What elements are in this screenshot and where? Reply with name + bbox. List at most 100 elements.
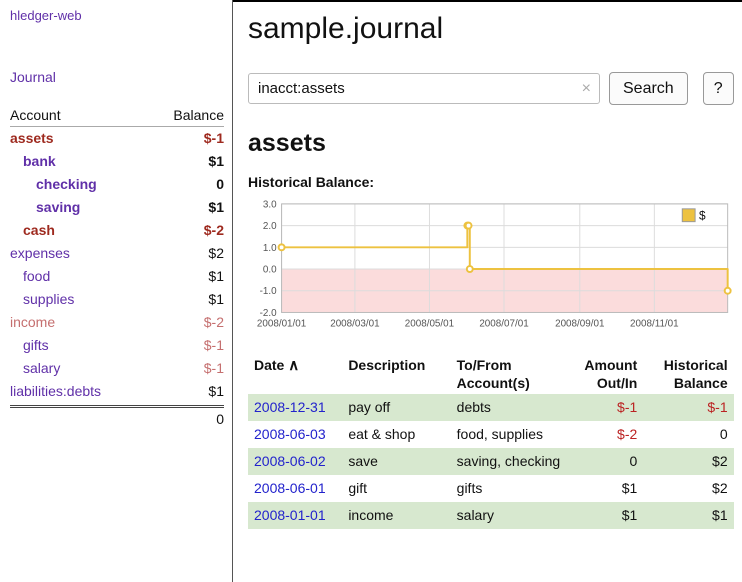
- accounts-header-balance: Balance: [173, 107, 224, 123]
- transaction-amount: $-1: [569, 394, 643, 421]
- transaction-balance: 0: [643, 421, 733, 448]
- accounts-panel: Account Balance assets$-1bank$1checking0…: [10, 107, 224, 430]
- account-row: food$1: [10, 265, 224, 288]
- transaction-description: income: [342, 502, 450, 529]
- transaction-date-link[interactable]: 2008-06-01: [254, 480, 326, 496]
- search-box: ×: [248, 73, 600, 104]
- chart-title: Historical Balance:: [248, 174, 734, 190]
- register-row: 2008-06-03eat & shopfood, supplies$-20: [248, 421, 734, 448]
- accounts-total-row: 0: [10, 405, 224, 430]
- transaction-date-link[interactable]: 2008-01-01: [254, 507, 326, 523]
- help-button[interactable]: ?: [703, 72, 734, 105]
- register-row: 2008-12-31pay offdebts$-1$-1: [248, 394, 734, 421]
- x-tick-label: 2008/09/01: [555, 318, 604, 329]
- y-tick-label: -2.0: [260, 308, 278, 319]
- y-tick-label: 0.0: [263, 264, 277, 275]
- transaction-balance: $1: [643, 502, 733, 529]
- page-title: sample.journal: [248, 12, 734, 46]
- account-row: salary $-1: [10, 357, 224, 380]
- account-row: cash $-2: [10, 219, 224, 242]
- account-balance: $-1: [204, 357, 224, 380]
- sort-ascending-icon: ∧: [288, 357, 299, 374]
- transaction-date-link[interactable]: 2008-06-02: [254, 453, 326, 469]
- transaction-description: gift: [342, 475, 450, 502]
- transaction-description: pay off: [342, 394, 450, 421]
- sidebar-account-gifts[interactable]: gifts: [23, 334, 49, 357]
- sidebar-account-food[interactable]: food: [23, 265, 50, 288]
- data-point-marker: [466, 223, 472, 229]
- sidebar-account-saving[interactable]: saving: [36, 196, 80, 219]
- sidebar-account-assets[interactable]: assets: [10, 127, 54, 150]
- x-tick-label: 2008/01/01: [257, 318, 306, 329]
- accounts-list: assets$-1bank$1checking0saving$1cash$-2e…: [10, 127, 224, 403]
- sidebar-account-liabilities-debts[interactable]: liabilities:debts: [10, 380, 101, 403]
- accounts-table-header: Account Balance: [10, 107, 224, 127]
- register-header-description: Description: [342, 354, 450, 394]
- search-form: × Search ?: [248, 72, 734, 105]
- transaction-accounts: salary: [451, 502, 569, 529]
- sidebar: hledger-web Journal Account Balance asse…: [0, 0, 233, 582]
- transaction-date-cell: 2008-06-02: [248, 448, 342, 475]
- account-row: checking0: [10, 173, 224, 196]
- transaction-date-cell: 2008-06-01: [248, 475, 342, 502]
- clear-search-icon[interactable]: ×: [582, 81, 591, 97]
- account-row: liabilities:debts $1: [10, 380, 224, 403]
- transaction-amount: $-2: [569, 421, 643, 448]
- transaction-amount: $1: [569, 475, 643, 502]
- y-tick-label: 3.0: [263, 199, 277, 210]
- y-tick-label: -1.0: [260, 286, 278, 297]
- x-tick-label: 2008/05/01: [405, 318, 454, 329]
- register-header-amount: Amount Out/In: [569, 354, 643, 394]
- transaction-accounts: gifts: [451, 475, 569, 502]
- x-tick-label: 2008/03/01: [330, 318, 379, 329]
- transaction-date-cell: 2008-12-31: [248, 394, 342, 421]
- transaction-balance: $2: [643, 448, 733, 475]
- transaction-amount: $1: [569, 502, 643, 529]
- search-input[interactable]: [248, 73, 600, 104]
- sidebar-account-bank[interactable]: bank: [23, 150, 56, 173]
- register-header-accounts: To/From Account(s): [451, 354, 569, 394]
- sidebar-account-cash[interactable]: cash: [23, 219, 55, 242]
- app-title-link[interactable]: hledger-web: [10, 8, 224, 23]
- account-row: gifts$-1: [10, 334, 224, 357]
- date-header-label: Date: [254, 357, 284, 373]
- sidebar-account-supplies[interactable]: supplies: [23, 288, 74, 311]
- sidebar-account-expenses[interactable]: expenses: [10, 242, 70, 265]
- y-tick-label: 2.0: [263, 221, 277, 232]
- transaction-date-cell: 2008-06-03: [248, 421, 342, 448]
- account-row: assets $-1: [10, 127, 224, 150]
- register-header-date[interactable]: Date ∧: [248, 354, 342, 394]
- main-content: sample.journal × Search ? assets Histori…: [233, 0, 742, 582]
- account-balance: $1: [208, 380, 224, 403]
- transaction-date-cell: 2008-01-01: [248, 502, 342, 529]
- register-table: Date ∧ Description To/From Account(s) Am…: [248, 354, 734, 529]
- register-row: 2008-06-02savesaving, checking0$2: [248, 448, 734, 475]
- y-tick-label: 1.0: [263, 243, 277, 254]
- account-balance: $-1: [204, 127, 224, 150]
- data-point-marker: [725, 288, 731, 294]
- historical-balance-chart: -2.0 -1.0 0.0 1.0 2.0 3.0 2008/01/01 2008/03/01…: [248, 196, 734, 340]
- legend-label: $: [699, 209, 706, 223]
- page: hledger-web Journal Account Balance asse…: [0, 0, 742, 582]
- sidebar-account-income[interactable]: income: [10, 311, 55, 334]
- account-balance: $1: [208, 288, 224, 311]
- account-balance: $-2: [204, 219, 224, 242]
- sidebar-account-checking[interactable]: checking: [36, 173, 97, 196]
- transaction-amount: 0: [569, 448, 643, 475]
- legend-swatch-icon: [682, 209, 695, 222]
- register-row: 2008-06-01giftgifts$1$2: [248, 475, 734, 502]
- transaction-date-link[interactable]: 2008-12-31: [254, 399, 326, 415]
- accounts-header-account: Account: [10, 107, 61, 123]
- account-row: income $-2: [10, 311, 224, 334]
- nav-journal-link[interactable]: Journal: [10, 69, 224, 85]
- data-point-marker: [467, 266, 473, 272]
- register-header-balance: Historical Balance: [643, 354, 733, 394]
- transaction-date-link[interactable]: 2008-06-03: [254, 426, 326, 442]
- transaction-balance: $-1: [643, 394, 733, 421]
- account-balance: $2: [208, 242, 224, 265]
- search-button[interactable]: Search: [609, 72, 688, 105]
- account-row: expenses $2: [10, 242, 224, 265]
- account-row: bank$1: [10, 150, 224, 173]
- sidebar-account-salary[interactable]: salary: [23, 357, 60, 380]
- account-balance: $-2: [204, 311, 224, 334]
